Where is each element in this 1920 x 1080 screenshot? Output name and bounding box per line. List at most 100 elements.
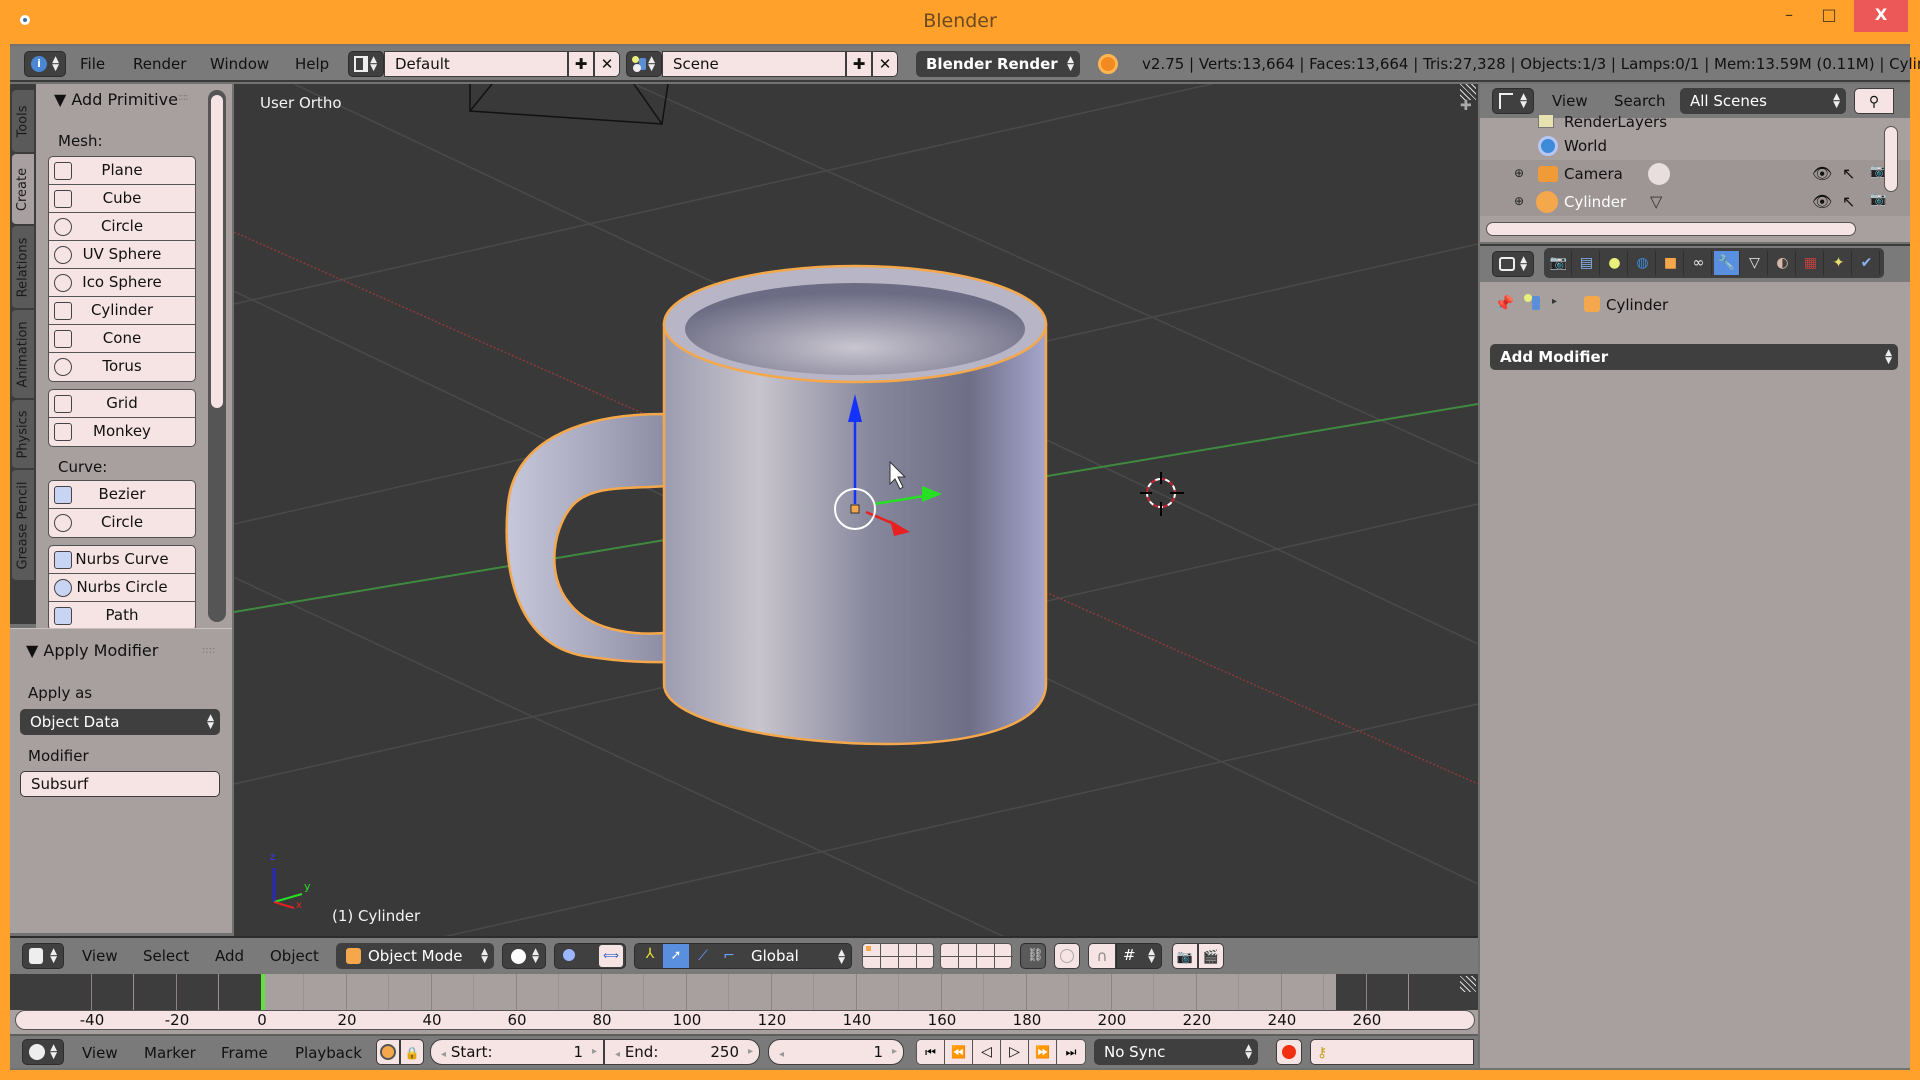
add-uv-sphere-button[interactable]: UV Sphere <box>49 241 195 269</box>
add-monkey-button[interactable]: Monkey <box>49 418 195 446</box>
add-primitive-panel-header[interactable]: ▼ Add Primitive <box>54 90 178 109</box>
menu-playback[interactable]: Playback <box>295 1044 362 1062</box>
outliner-vscrollbar[interactable] <box>1884 126 1898 192</box>
increment-arrow-icon[interactable]: ▸ <box>592 1040 597 1064</box>
sync-mode-dropdown[interactable]: No Sync ▲ ▼ <box>1094 1039 1258 1065</box>
add-plane-button[interactable]: Plane <box>49 157 195 185</box>
lock-layers-button[interactable]: ⛓ <box>1020 943 1046 969</box>
menu-render[interactable]: Render <box>133 55 186 73</box>
add-circle-button[interactable]: Circle <box>49 213 195 241</box>
scene-field[interactable]: Scene <box>662 51 846 77</box>
jump-to-prev-keyframe-icon[interactable]: ⏪ <box>945 1040 973 1064</box>
add-scene-button[interactable]: ✚ <box>846 51 872 77</box>
menu-frame[interactable]: Frame <box>221 1044 268 1062</box>
decrement-arrow-icon[interactable]: ◂ <box>779 1049 784 1060</box>
properties-tab-render-layers-icon[interactable]: ▤ <box>1574 251 1600 275</box>
visibility-eye-icon[interactable]: 👁 <box>1812 164 1832 183</box>
play-reverse-icon[interactable]: ◁ <box>973 1040 1001 1064</box>
delete-screen-button[interactable]: ✕ <box>594 51 620 77</box>
expand-icon[interactable]: ⊕ <box>1514 194 1524 208</box>
shelf-scrollbar[interactable] <box>210 94 224 409</box>
timeline-editor[interactable]: -40 -20 0 20 40 60 80 100 120 140 160 180 200 220 240 2… <box>10 974 1478 1034</box>
outliner-row-world[interactable]: World <box>1480 132 1910 160</box>
add-nurbs-curve-button[interactable]: Nurbs Curve <box>49 546 195 574</box>
translate-manipulator-icon[interactable]: ➚ <box>663 944 689 968</box>
preview-range-button[interactable] <box>376 1039 400 1065</box>
render-engine-dropdown[interactable]: Blender Render ▲ ▼ <box>916 51 1080 77</box>
tab-animation[interactable]: Animation <box>12 310 34 398</box>
lock-time-button[interactable]: 🔒 <box>400 1039 424 1065</box>
properties-tab-data-icon[interactable]: ▽ <box>1742 251 1768 275</box>
interaction-mode-dropdown[interactable]: Object Mode ▲ ▼ <box>336 943 494 969</box>
properties-tab-render-icon[interactable]: 📷 <box>1546 251 1572 275</box>
apply-as-dropdown[interactable]: Object Data ▲ ▼ <box>20 709 220 735</box>
decrement-arrow-icon[interactable]: ◂ <box>441 1049 446 1060</box>
outliner-row-cylinder[interactable]: ⊕ Cylinder ▽ 👁 ↖ 📷 <box>1480 188 1910 216</box>
menu-view[interactable]: View <box>82 1044 118 1062</box>
outliner-row-camera[interactable]: ⊕ Camera 👁 ↖ 📷 <box>1480 160 1910 188</box>
close-button[interactable]: X <box>1854 0 1908 32</box>
tab-grease-pencil[interactable]: Grease Pencil <box>12 470 34 580</box>
outliner-hscrollbar[interactable] <box>1486 222 1856 236</box>
properties-tab-texture-icon[interactable]: ▦ <box>1798 251 1824 275</box>
properties-tab-particles-icon[interactable]: ✦ <box>1826 251 1852 275</box>
play-icon[interactable]: ▷ <box>1001 1040 1029 1064</box>
pivot-point-button[interactable]: ⟺ <box>554 943 626 969</box>
increment-arrow-icon[interactable]: ▸ <box>748 1040 753 1064</box>
editor-type-timeline-button[interactable]: ▲ ▼ <box>22 1039 64 1065</box>
delete-scene-button[interactable]: ✕ <box>872 51 898 77</box>
visibility-eye-icon[interactable]: 👁 <box>1812 192 1832 211</box>
renderability-camera-icon[interactable]: 📷 <box>1870 192 1886 207</box>
properties-tab-physics-icon[interactable]: ✔ <box>1854 251 1880 275</box>
jump-to-next-keyframe-icon[interactable]: ⏩ <box>1029 1040 1057 1064</box>
tab-tools[interactable]: Tools <box>12 90 34 152</box>
modifier-input[interactable]: Subsurf <box>20 771 220 797</box>
auto-keyframe-record-button[interactable] <box>1276 1039 1302 1065</box>
selectability-cursor-icon[interactable]: ↖ <box>1842 192 1855 211</box>
editor-type-3dview-button[interactable]: ▲ ▼ <box>22 943 64 969</box>
add-circle-button[interactable]: Circle <box>49 509 195 537</box>
menu-view[interactable]: View <box>82 947 118 965</box>
maximize-button[interactable]: □ <box>1806 0 1852 32</box>
selectability-cursor-icon[interactable]: ↖ <box>1842 164 1855 183</box>
menu-marker[interactable]: Marker <box>144 1044 196 1062</box>
pin-icon[interactable]: 📌 <box>1494 294 1514 313</box>
add-screen-button[interactable]: ✚ <box>568 51 594 77</box>
editor-type-info-button[interactable]: i ▲ ▼ <box>24 51 66 77</box>
layer-buttons-a[interactable] <box>862 943 935 969</box>
end-frame-field[interactable]: ◂ End: 250 ▸ <box>604 1039 760 1065</box>
properties-tab-modifiers-icon[interactable]: 🔧 <box>1714 251 1740 275</box>
add-cube-button[interactable]: Cube <box>49 185 195 213</box>
manipulator-toggle-icon[interactable]: ⅄ <box>639 946 661 966</box>
properties-tab-scene-icon[interactable]: ● <box>1602 251 1628 275</box>
add-bezier-button[interactable]: Bezier <box>49 481 195 509</box>
increment-arrow-icon[interactable]: ▸ <box>892 1040 897 1064</box>
menu-window[interactable]: Window <box>210 55 269 73</box>
menu-help[interactable]: Help <box>295 55 329 73</box>
area-split-corner[interactable] <box>1460 976 1476 992</box>
manipulate-centers-icon[interactable]: ⟺ <box>599 945 623 967</box>
jump-to-start-icon[interactable]: ⏮ <box>917 1040 945 1064</box>
add-nurbs-circle-button[interactable]: Nurbs Circle <box>49 574 195 602</box>
tab-physics[interactable]: Physics <box>12 400 34 468</box>
current-frame-field[interactable]: ◂ 1 ▸ <box>768 1039 904 1065</box>
layer-buttons-b[interactable] <box>940 943 1013 969</box>
snap-toggle-button[interactable]: ∩ <box>1088 943 1116 969</box>
3d-viewport[interactable]: User Ortho z y x (1) Cylinder ✚ <box>234 84 1478 936</box>
apply-modifier-panel-header[interactable]: ▼ Apply Modifier <box>26 641 158 660</box>
add-modifier-dropdown[interactable]: Add Modifier ▲ ▼ <box>1490 344 1898 370</box>
add-cylinder-button[interactable]: Cylinder <box>49 297 195 325</box>
add-grid-button[interactable]: Grid <box>49 390 195 418</box>
menu-file[interactable]: File <box>80 55 105 73</box>
keying-set-field[interactable]: ⚷ <box>1310 1039 1474 1065</box>
scale-manipulator-icon[interactable]: ⌐ <box>717 944 741 968</box>
properties-tab-material-icon[interactable]: ◐ <box>1770 251 1796 275</box>
screen-layout-button[interactable]: ▲ ▼ <box>348 51 384 77</box>
menu-add[interactable]: Add <box>215 947 244 965</box>
add-ico-sphere-button[interactable]: Ico Sphere <box>49 269 195 297</box>
timeline-scrollbar[interactable]: -40 -20 0 20 40 60 80 100 120 140 160 180 200 220 240 2… <box>15 1010 1475 1030</box>
properties-tab-object-icon[interactable]: ■ <box>1658 251 1684 275</box>
proportional-edit-button[interactable] <box>1054 943 1080 969</box>
area-split-corner[interactable] <box>1460 84 1476 100</box>
expand-icon[interactable]: ⊕ <box>1514 166 1524 180</box>
